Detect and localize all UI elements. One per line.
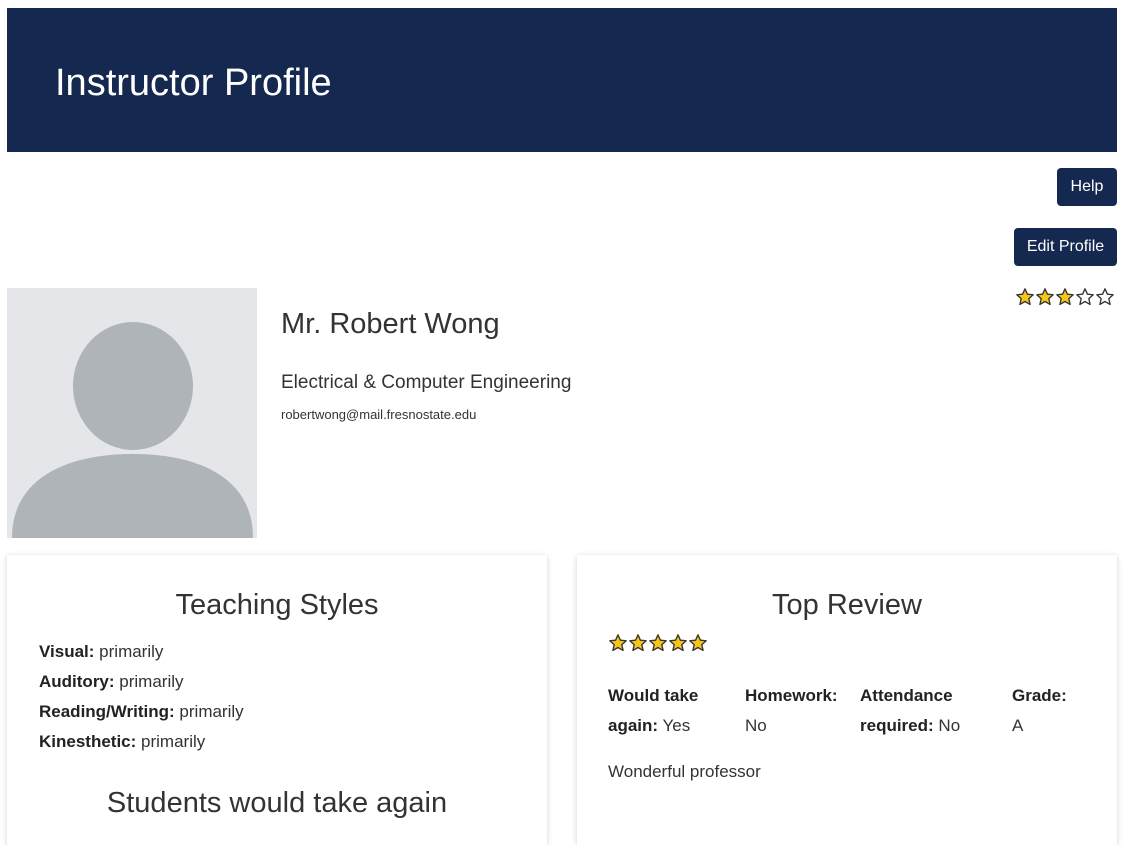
instructor-rating-star-filled-icon (1036, 288, 1054, 306)
review-rating-stars (608, 633, 708, 653)
instructor-rating-stars (1015, 287, 1115, 307)
review-would-take-again: Would take again: Yes (608, 686, 699, 735)
teaching-styles-list: Visual: primarily Auditory: primarily Re… (39, 637, 244, 757)
take-again-section-title: Students would take again (106, 787, 448, 819)
avatar (7, 288, 257, 538)
review-rating-star-filled-icon (609, 634, 627, 652)
review-comment: Wonderful professor (608, 762, 761, 781)
style-kinesthetic: Kinesthetic: primarily (39, 732, 206, 751)
style-auditory: Auditory: primarily (39, 672, 184, 691)
instructor-email: robertwong@mail.fresnostate.edu (281, 407, 477, 422)
page-header: Instructor Profile (7, 8, 1117, 152)
style-visual: Visual: primarily (39, 642, 164, 661)
review-rating-star-filled-icon (629, 634, 647, 652)
instructor-rating-star-filled-icon (1016, 288, 1034, 306)
instructor-rating-star-filled-icon (1056, 288, 1074, 306)
review-rating-star-filled-icon (689, 634, 707, 652)
style-reading-writing: Reading/Writing: primarily (39, 702, 244, 721)
instructor-rating-star-empty-icon (1096, 288, 1114, 306)
review-homework: Homework: No (745, 686, 838, 735)
review-attendance: Attendance required: No (860, 686, 961, 735)
page-title: Instructor Profile (55, 62, 332, 104)
edit-profile-button[interactable]: Edit Profile (1014, 228, 1117, 266)
instructor-name: Mr. Robert Wong (281, 308, 500, 340)
top-review-title: Top Review (772, 589, 922, 621)
default-user-avatar-icon (7, 288, 257, 538)
instructor-department: Electrical & Computer Engineering (281, 372, 572, 393)
instructor-rating-star-empty-icon (1076, 288, 1094, 306)
help-button[interactable]: Help (1057, 168, 1117, 206)
teaching-styles-title: Teaching Styles (175, 589, 379, 621)
review-grade: Grade: A (1012, 686, 1067, 735)
top-review-card: Top Review Would take again: Yes Homewor… (577, 555, 1117, 845)
teaching-styles-card: Teaching Styles Visual: primarily Audito… (7, 555, 547, 845)
review-rating-star-filled-icon (649, 634, 667, 652)
review-rating-star-filled-icon (669, 634, 687, 652)
